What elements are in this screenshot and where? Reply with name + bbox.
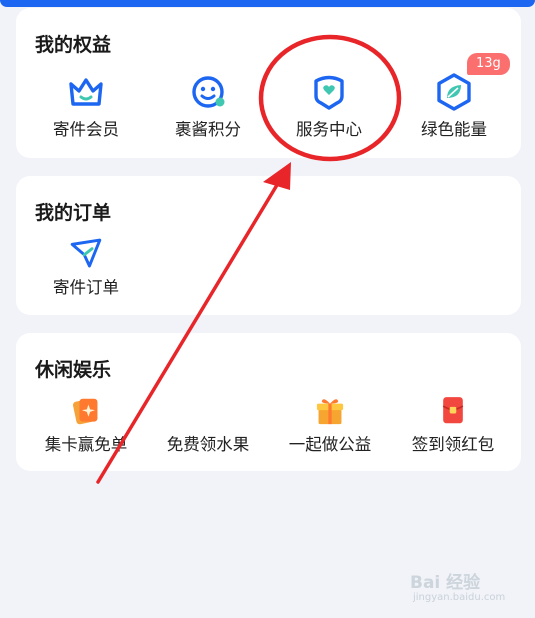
top-header-bar — [0, 0, 535, 7]
rights-item-label: 裹酱积分 — [175, 120, 241, 139]
watermark-logo: Bai 经验 — [410, 573, 481, 593]
smiley-icon — [192, 76, 225, 108]
section-title-my-orders: 我的订单 — [35, 202, 112, 224]
card-collect-icon — [72, 398, 98, 425]
rights-item-green-energy[interactable]: 绿色能量 — [399, 70, 509, 140]
paper-plane-icon — [70, 238, 102, 268]
leisure-item-charity[interactable]: 一起做公益 — [275, 393, 385, 455]
my-rights-card: 我的权益 13g 寄件会员 裹酱积分 服务中心 绿色能量 — [16, 8, 521, 158]
my-orders-card: 我的订单 寄件订单 — [16, 176, 521, 315]
section-title-leisure: 休闲娱乐 — [35, 359, 112, 381]
watermark-url: jingyan.baidu.com — [413, 592, 506, 603]
rights-item-service-center[interactable]: 服务中心 — [274, 70, 384, 140]
service-heart-icon — [314, 75, 344, 110]
rights-item-member[interactable]: 寄件会员 — [31, 70, 141, 140]
rights-item-label: 服务中心 — [296, 120, 362, 139]
crown-icon — [69, 78, 103, 106]
leisure-card: 休闲娱乐 集卡赢免单 免费领水果 一起做公益 签到领红包 — [16, 333, 521, 471]
leisure-item-free-fruit[interactable]: 免费领水果 — [153, 393, 263, 455]
orders-item-send-orders[interactable]: 寄件订单 — [31, 234, 141, 298]
orders-item-label: 寄件订单 — [53, 278, 119, 297]
red-envelope-icon — [442, 397, 464, 424]
leaf-hexagon-icon — [437, 73, 471, 111]
leisure-item-sign-in-red-packet[interactable]: 签到领红包 — [398, 393, 508, 455]
leisure-item-label: 一起做公益 — [288, 435, 372, 454]
leisure-item-collect-cards[interactable]: 集卡赢免单 — [31, 393, 141, 455]
fruit-icon — [153, 393, 263, 429]
rights-item-label: 寄件会员 — [53, 120, 119, 139]
rights-item-label: 绿色能量 — [421, 120, 487, 139]
rights-item-points[interactable]: 裹酱积分 — [153, 70, 263, 140]
leisure-item-label: 免费领水果 — [166, 435, 250, 454]
section-title-my-rights: 我的权益 — [35, 34, 112, 56]
leisure-item-label: 签到领红包 — [411, 435, 495, 454]
leisure-item-label: 集卡赢免单 — [44, 435, 128, 454]
gift-box-icon — [316, 399, 344, 425]
